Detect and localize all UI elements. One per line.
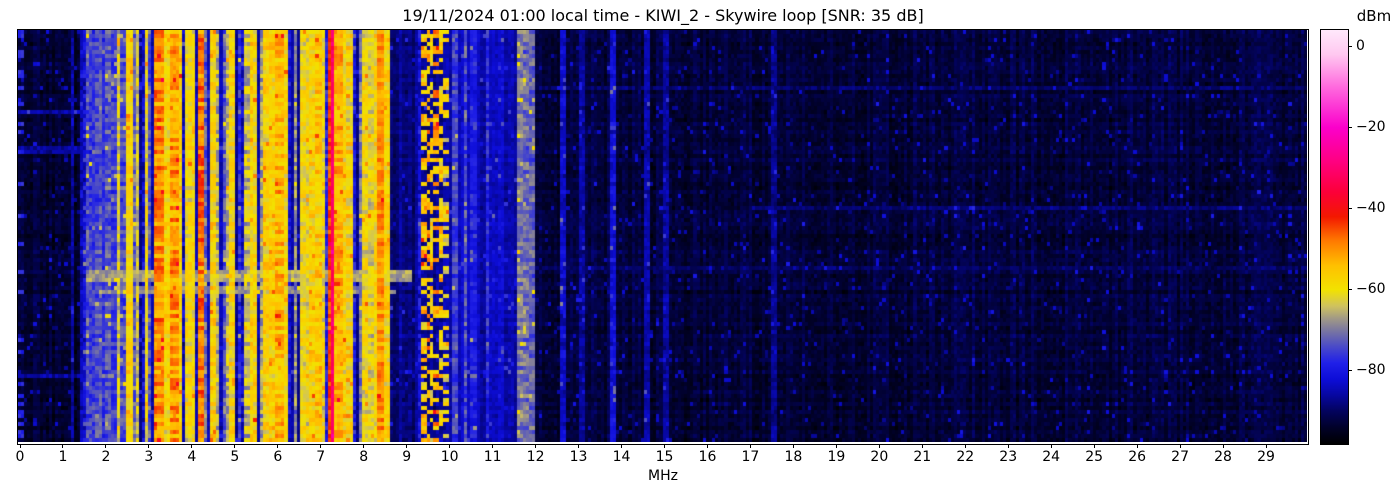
- x-tick-label: 2: [101, 449, 111, 465]
- x-tick-label: 6: [273, 449, 283, 465]
- x-tick-label: 25: [1085, 449, 1104, 465]
- x-tick-label: 29: [1257, 449, 1275, 465]
- x-tick-mark: [1093, 444, 1095, 448]
- x-tick-label: 21: [913, 449, 932, 465]
- x-axis-label: MHz: [648, 468, 678, 484]
- x-tick-mark: [578, 444, 580, 448]
- colorbar-tick-mark: [1348, 288, 1352, 290]
- x-tick-mark: [835, 444, 837, 448]
- x-tick-mark: [621, 444, 623, 448]
- colorbar-tick-mark: [1348, 207, 1352, 209]
- x-tick-label: 17: [741, 449, 760, 465]
- x-tick-label: 15: [655, 449, 674, 465]
- x-tick-label: 16: [698, 449, 717, 465]
- x-tick-label: 9: [402, 449, 412, 465]
- x-tick-mark: [148, 444, 150, 448]
- x-tick-label: 28: [1214, 449, 1232, 465]
- x-tick-mark: [1136, 444, 1138, 448]
- x-tick-label: 12: [526, 449, 545, 465]
- colorbar-tick-label: −40: [1356, 200, 1386, 217]
- x-tick-mark: [492, 444, 494, 448]
- x-tick-label: 26: [1128, 449, 1147, 465]
- x-tick-label: 1: [58, 449, 68, 465]
- x-tick-mark: [664, 444, 665, 448]
- x-tick-label: 13: [569, 449, 588, 465]
- colorbar-tick-label: 0: [1356, 38, 1365, 55]
- x-tick-label: 27: [1171, 449, 1189, 465]
- x-tick-mark: [878, 444, 880, 448]
- colorbar-tick-mark: [1348, 45, 1352, 47]
- colorbar-gradient: [1321, 30, 1348, 444]
- colorbar-tick-mark: [1348, 126, 1352, 128]
- x-tick-label: 22: [956, 449, 975, 465]
- x-tick-mark: [1265, 444, 1267, 448]
- x-tick-label: 14: [612, 449, 631, 465]
- x-tick-mark: [1222, 444, 1224, 448]
- x-tick-label: 5: [230, 449, 240, 465]
- x-tick-mark: [234, 444, 236, 448]
- colorbar-tick-mark: [1348, 369, 1352, 371]
- x-tick-mark: [19, 444, 21, 448]
- x-tick-mark: [921, 444, 923, 448]
- x-tick-mark: [749, 444, 751, 448]
- x-tick-label: 10: [440, 449, 459, 465]
- x-tick-mark: [1050, 444, 1052, 448]
- x-tick-mark: [792, 444, 794, 448]
- x-tick-label: 24: [1042, 449, 1061, 465]
- x-tick-mark: [406, 444, 408, 448]
- x-tick-mark: [1007, 444, 1009, 448]
- x-tick-mark: [535, 444, 537, 448]
- plot-area: [17, 29, 1309, 445]
- x-tick-label: 8: [359, 449, 369, 465]
- x-tick-mark: [191, 444, 193, 448]
- x-tick-mark: [277, 444, 279, 448]
- waterfall-heatmap: [18, 30, 1307, 442]
- x-tick-mark: [706, 444, 708, 448]
- x-tick-mark: [320, 444, 322, 448]
- x-tick-mark: [62, 444, 64, 448]
- colorbar-tick-label: −60: [1356, 281, 1386, 298]
- x-tick-label: 0: [15, 449, 25, 465]
- x-tick-label: 18: [784, 449, 803, 465]
- chart-title: 19/11/2024 01:00 local time - KIWI_2 - S…: [402, 6, 924, 25]
- colorbar: [1320, 29, 1349, 445]
- x-tick-mark: [449, 444, 451, 448]
- x-tick-label: 11: [483, 449, 502, 465]
- waterfall-figure: 19/11/2024 01:00 local time - KIWI_2 - S…: [0, 0, 1400, 500]
- x-tick-mark: [105, 444, 107, 448]
- colorbar-unit-label: dBm: [1356, 7, 1392, 25]
- x-tick-mark: [363, 444, 365, 448]
- x-tick-label: 19: [827, 449, 846, 465]
- x-tick-mark: [964, 444, 966, 448]
- colorbar-tick-label: −80: [1356, 362, 1386, 379]
- x-tick-label: 23: [999, 449, 1018, 465]
- x-tick-label: 3: [144, 449, 154, 465]
- colorbar-tick-label: −20: [1356, 119, 1386, 136]
- x-tick-label: 4: [187, 449, 197, 465]
- x-tick-label: 20: [870, 449, 889, 465]
- x-tick-label: 7: [316, 449, 326, 465]
- x-tick-mark: [1179, 444, 1181, 448]
